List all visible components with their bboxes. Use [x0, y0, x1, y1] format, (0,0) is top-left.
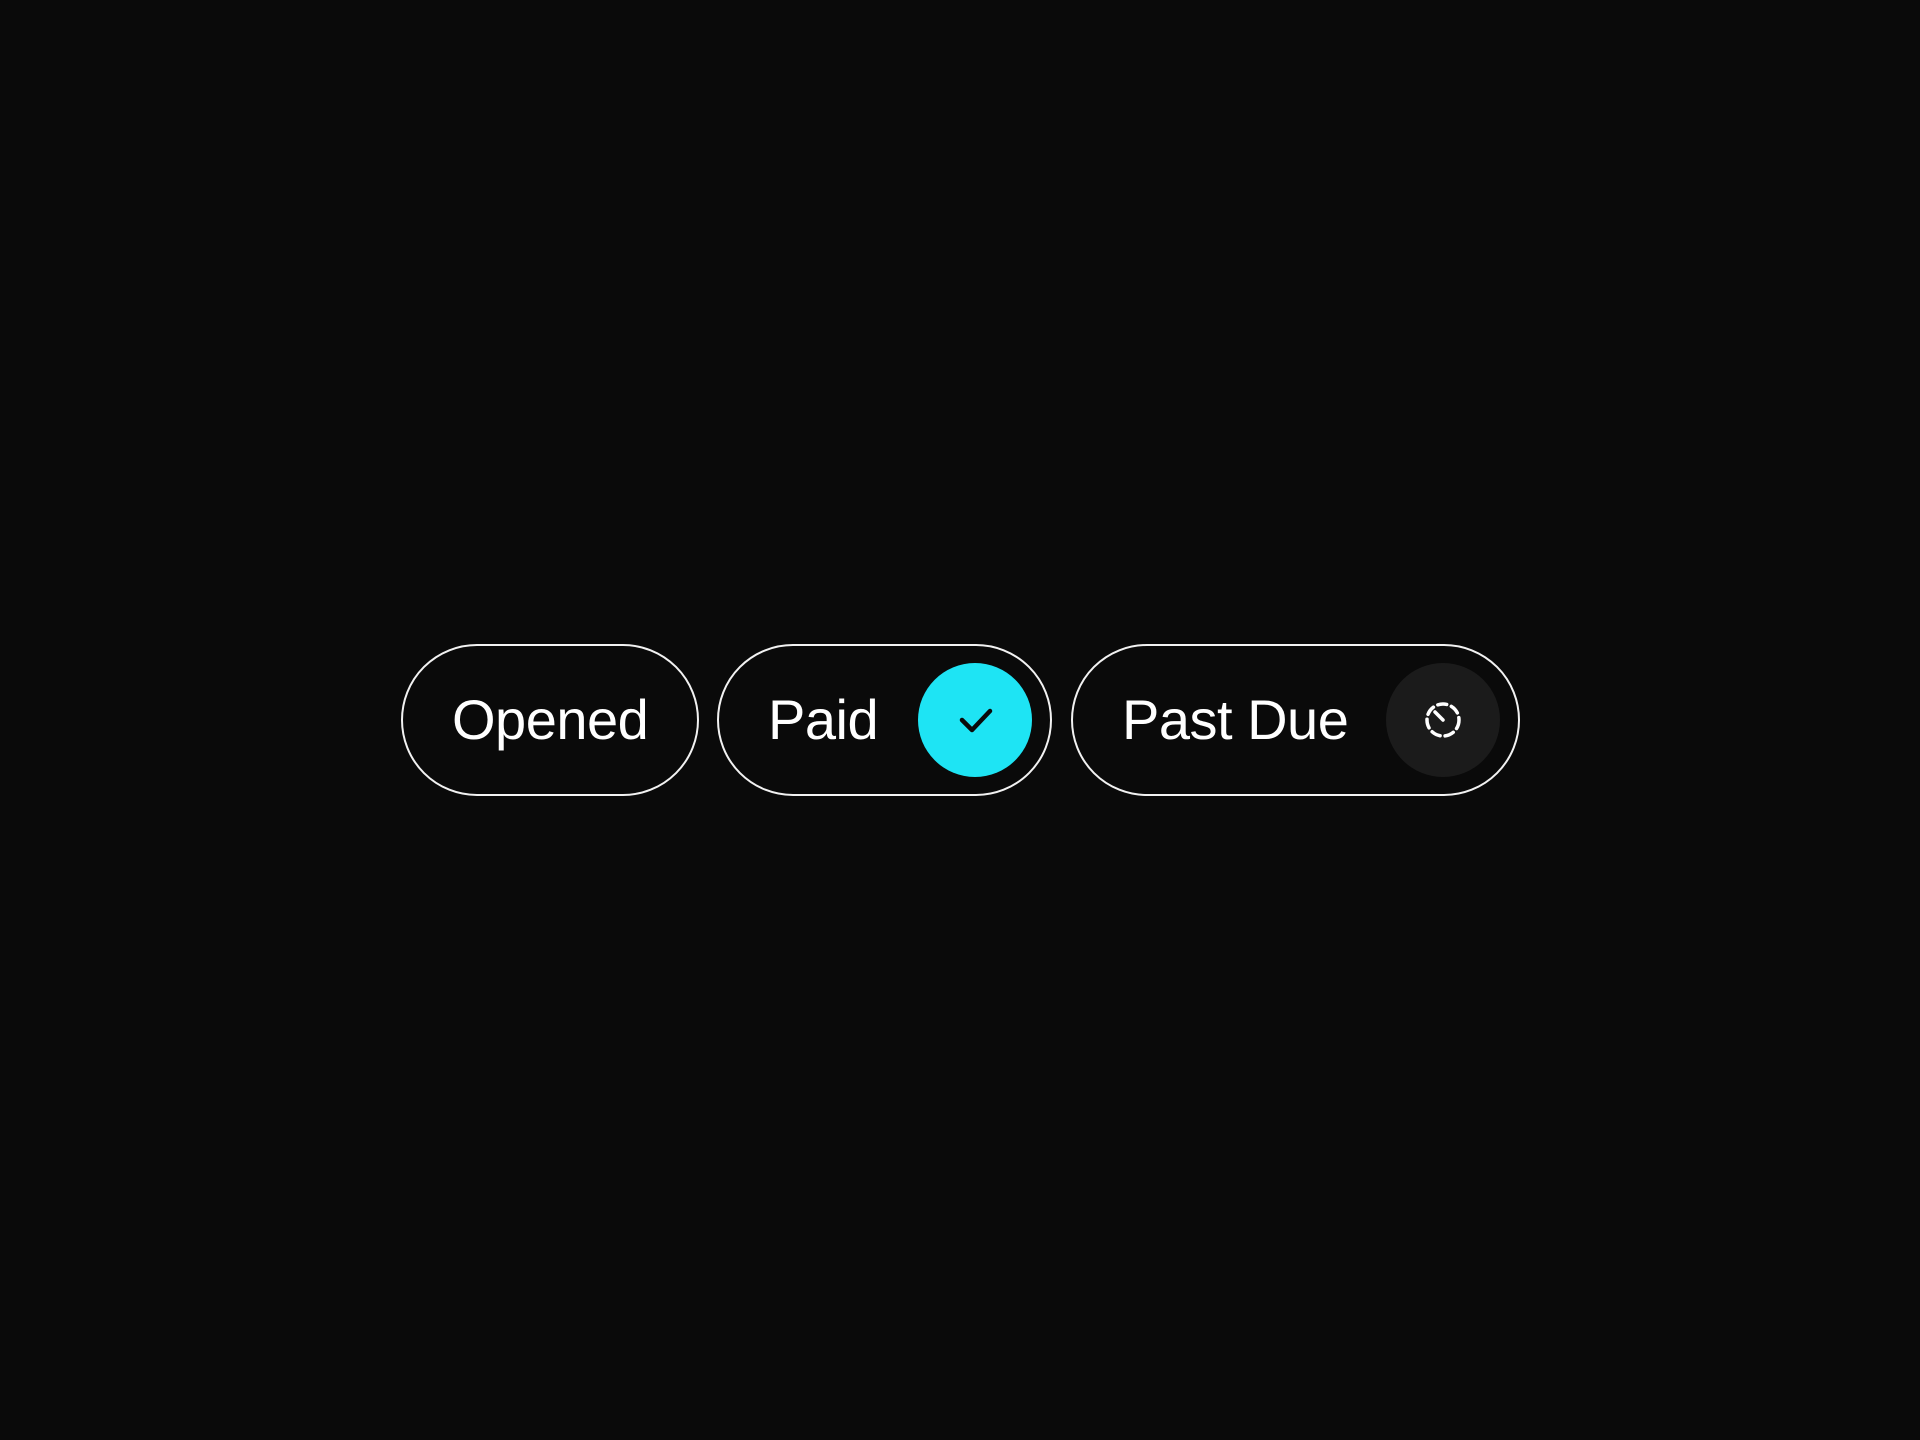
status-chip-paid[interactable]: Paid: [717, 644, 1052, 796]
check-icon: [918, 663, 1032, 777]
status-chip-label: Past Due: [1122, 688, 1349, 751]
status-chip-showcase: Opened Paid Past Due: [0, 0, 1920, 1440]
status-chip-label: Opened: [452, 688, 649, 751]
status-chip-opened[interactable]: Opened: [401, 644, 699, 796]
status-chip-past-due[interactable]: Past Due: [1071, 644, 1520, 796]
dashed-clock-icon: [1386, 663, 1500, 777]
status-chip-label: Paid: [768, 688, 879, 751]
